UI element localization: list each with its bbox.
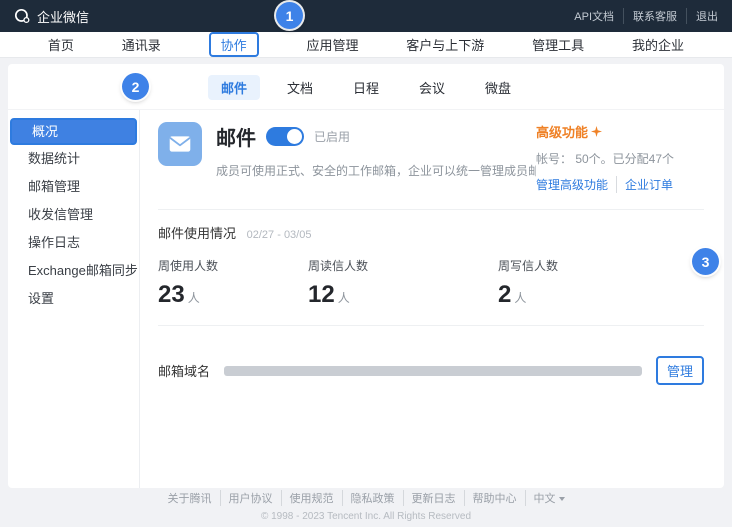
footer-link-about[interactable]: 关于腾讯 [160, 490, 221, 506]
api-docs-link[interactable]: API文档 [565, 8, 623, 24]
footer-link-privacy[interactable]: 隐私政策 [343, 490, 404, 506]
tab-meeting[interactable]: 会议 [406, 75, 458, 100]
contact-support-link[interactable]: 联系客服 [623, 8, 686, 24]
footer-link-changelog[interactable]: 更新日志 [404, 490, 465, 506]
mail-app-icon [158, 122, 202, 166]
footer-links: 关于腾讯 用户协议 使用规范 隐私政策 更新日志 帮助中心 中文 [160, 490, 573, 506]
mail-header: 邮件 已启用 成员可使用正式、安全的工作邮箱，企业可以统一管理成员邮箱。 API [158, 122, 704, 193]
stat-value: 23人 [158, 281, 308, 309]
manage-domain-button[interactable]: 管理 [656, 356, 704, 385]
annotation-step-1-badge: 1 [276, 2, 303, 29]
status-label: 已启用 [314, 128, 350, 145]
nav-item-customers[interactable]: 客户与上下游 [406, 35, 484, 54]
sidebar-item-logs[interactable]: 操作日志 [8, 229, 139, 257]
premium-links: 管理高级功能 企业订单 [536, 176, 704, 193]
chevron-down-icon [559, 497, 565, 501]
tab-calendar[interactable]: 日程 [340, 75, 392, 100]
premium-title-row: 高级功能 [536, 122, 704, 141]
tab-drive[interactable]: 微盘 [472, 75, 524, 100]
annotation-step-3-badge: 3 [692, 248, 719, 275]
premium-title: 高级功能 [536, 122, 588, 141]
sidebar-item-settings[interactable]: 设置 [8, 285, 139, 313]
premium-accounts: 帐号： 50个。已分配47个 [536, 150, 704, 167]
mail-description-row: 成员可使用正式、安全的工作邮箱，企业可以统一管理成员邮箱。 API [216, 162, 536, 179]
premium-panel: 高级功能 帐号： 50个。已分配47个 管理高级功能 企业订单 [536, 122, 704, 193]
stat-unit: 人 [514, 291, 526, 305]
manage-premium-link[interactable]: 管理高级功能 [536, 176, 608, 193]
usage-date-range: 02/27 - 03/05 [247, 229, 312, 241]
sidebar-item-statistics[interactable]: 数据统计 [8, 145, 139, 173]
page-footer: 关于腾讯 用户协议 使用规范 隐私政策 更新日志 帮助中心 中文 © 1998 … [0, 489, 732, 522]
collaboration-subtabs: 邮件 文档 日程 会议 微盘 [8, 64, 724, 110]
page-title: 邮件 [216, 122, 256, 151]
stat-value: 2人 [498, 281, 558, 309]
stat-weekly-users: 周使用人数 23人 [158, 257, 308, 309]
divider [158, 325, 704, 326]
stat-value: 12人 [308, 281, 498, 309]
logout-link[interactable]: 退出 [686, 8, 718, 24]
nav-item-contacts[interactable]: 通讯录 [122, 35, 161, 54]
tab-mail[interactable]: 邮件 [208, 75, 260, 100]
domain-label: 邮箱域名 [158, 361, 210, 380]
nav-item-apps[interactable]: 应用管理 [306, 35, 358, 54]
stat-unit: 人 [188, 291, 200, 305]
stat-weekly-readers: 周读信人数 12人 [308, 257, 498, 309]
usage-stats: 周使用人数 23人 周读信人数 12人 周写信人数 [158, 257, 704, 309]
stat-label: 周写信人数 [498, 257, 558, 274]
stat-unit: 人 [338, 291, 350, 305]
card-body: 概况 数据统计 邮箱管理 收发信管理 操作日志 Exchange邮箱同步 设置 [8, 110, 724, 488]
nav-item-home[interactable]: 首页 [48, 35, 74, 54]
nav-item-my-company[interactable]: 我的企业 [632, 35, 684, 54]
mail-title-row: 邮件 已启用 [216, 122, 536, 151]
stat-weekly-writers: 周写信人数 2人 [498, 257, 558, 309]
sidebar-item-mailbox-mgmt[interactable]: 邮箱管理 [8, 173, 139, 201]
brand-name: 企业微信 [37, 7, 89, 26]
mail-info: 邮件 已启用 成员可使用正式、安全的工作邮箱，企业可以统一管理成员邮箱。 API [216, 122, 536, 193]
redacted-domain-value [224, 366, 642, 376]
mail-sidebar: 概况 数据统计 邮箱管理 收发信管理 操作日志 Exchange邮箱同步 设置 [8, 110, 140, 488]
mail-main-panel: 邮件 已启用 成员可使用正式、安全的工作邮箱，企业可以统一管理成员邮箱。 API [140, 110, 724, 488]
mail-enabled-toggle[interactable] [266, 127, 304, 146]
divider [158, 209, 704, 210]
annotation-step-2-badge: 2 [122, 73, 149, 100]
topbar-links: API文档 联系客服 退出 [565, 8, 718, 24]
wework-logo-icon [14, 8, 30, 24]
sidebar-item-exchange-sync[interactable]: Exchange邮箱同步 [8, 257, 139, 285]
sidebar-item-send-receive[interactable]: 收发信管理 [8, 201, 139, 229]
tab-docs[interactable]: 文档 [274, 75, 326, 100]
copyright-text: © 1998 - 2023 Tencent Inc. All Rights Re… [0, 511, 732, 522]
mail-domain-row: 邮箱域名 管理 [158, 356, 704, 385]
nav-item-admin-tools[interactable]: 管理工具 [532, 35, 584, 54]
brand[interactable]: 企业微信 [14, 7, 89, 26]
content-area: 邮件 文档 日程 会议 微盘 概况 数据统计 邮箱管理 收发信管理 操作日志 E… [0, 58, 732, 488]
footer-link-usage-rules[interactable]: 使用规范 [282, 490, 343, 506]
company-orders-link[interactable]: 企业订单 [616, 176, 673, 193]
stat-label: 周使用人数 [158, 257, 308, 274]
mail-description: 成员可使用正式、安全的工作邮箱，企业可以统一管理成员邮箱。 [216, 162, 536, 179]
footer-link-help-center[interactable]: 帮助中心 [465, 490, 526, 506]
footer-language-selector[interactable]: 中文 [526, 490, 573, 506]
usage-title: 邮件使用情况 [158, 226, 236, 241]
toggle-knob [287, 129, 302, 144]
main-nav: 首页 通讯录 协作 应用管理 客户与上下游 管理工具 我的企业 [0, 32, 732, 58]
usage-title-row: 邮件使用情况 02/27 - 03/05 [158, 223, 704, 242]
mail-admin-card: 邮件 文档 日程 会议 微盘 概况 数据统计 邮箱管理 收发信管理 操作日志 E… [8, 64, 724, 488]
nav-item-collaboration[interactable]: 协作 [209, 32, 259, 57]
topbar: 企业微信 API文档 联系客服 退出 [0, 0, 732, 32]
sparkle-icon [591, 126, 602, 137]
footer-link-user-agreement[interactable]: 用户协议 [221, 490, 282, 506]
sidebar-item-overview[interactable]: 概况 [10, 118, 137, 145]
stat-label: 周读信人数 [308, 257, 498, 274]
